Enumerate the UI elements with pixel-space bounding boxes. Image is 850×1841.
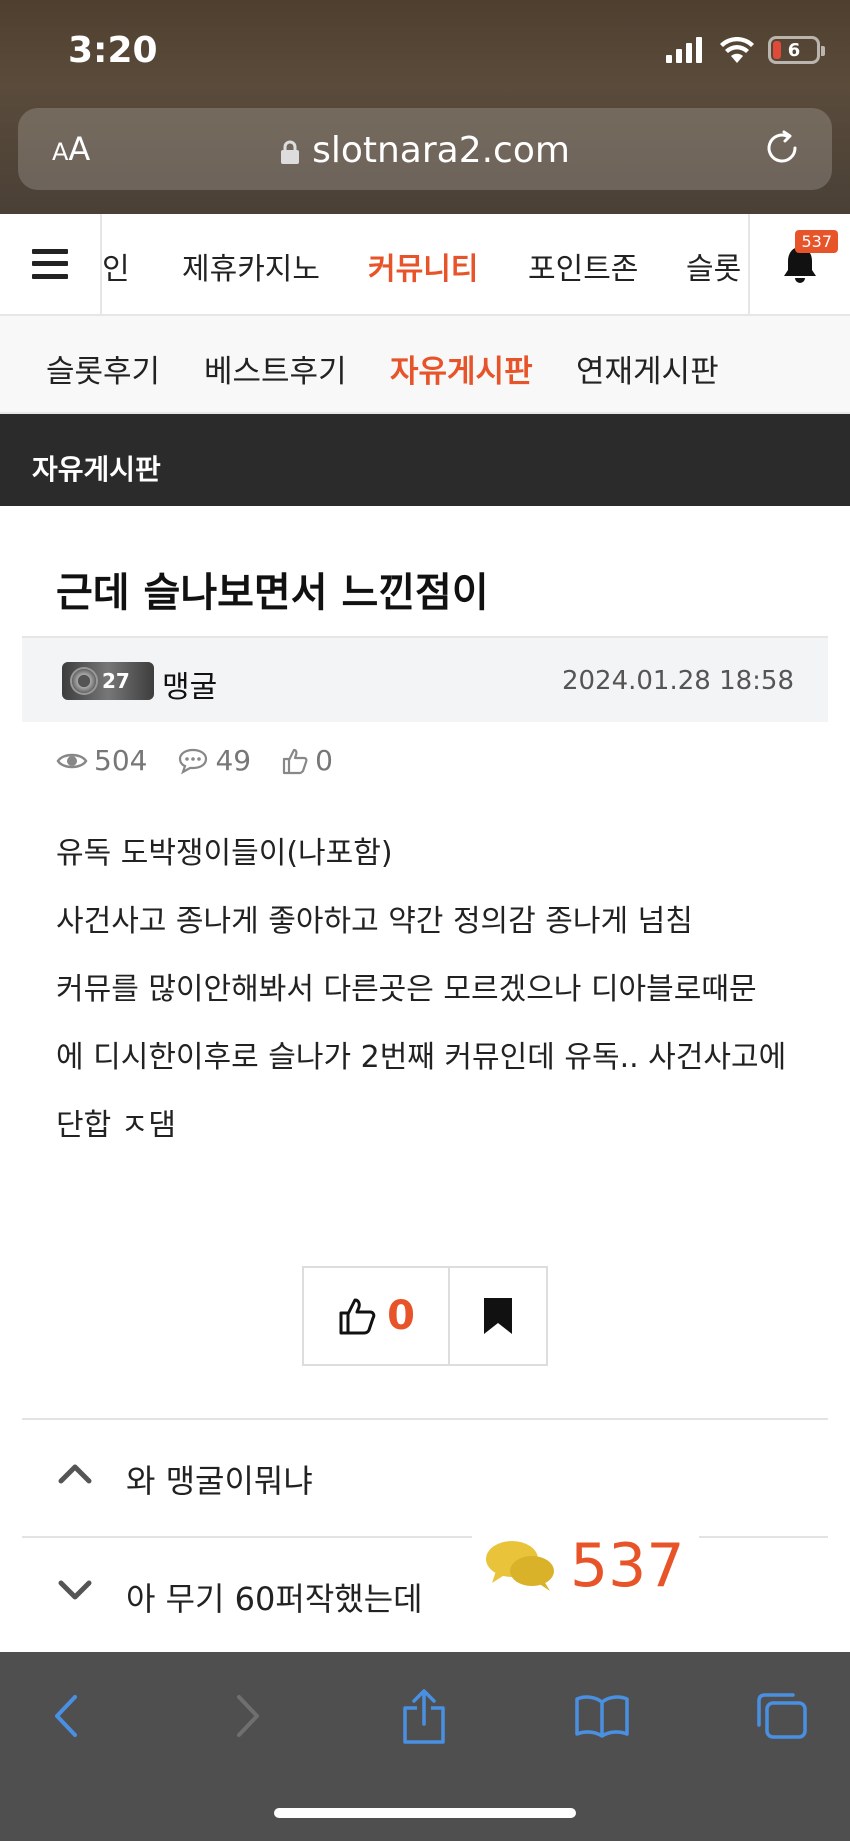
prev-post-row[interactable]: 와 맹굴이뭐냐 — [22, 1418, 828, 1534]
sub-nav-item-serial-board[interactable]: 연재게시판 — [576, 346, 719, 391]
thumbs-up-outline-icon — [282, 748, 308, 774]
post-body-line: 에 디시한이후로 슬나가 2번째 커뮤인데 유독.. 사건사고에 — [56, 1040, 787, 1075]
sub-nav-item-free-board[interactable]: 자유게시판 — [390, 346, 533, 391]
like-stat-value: 0 — [315, 744, 333, 777]
main-nav-item-partial[interactable]: 인 — [102, 244, 130, 288]
main-nav-item-casino[interactable]: 제휴카지노 — [182, 244, 320, 288]
view-count-value: 504 — [94, 744, 148, 777]
chat-float-button[interactable]: 537 — [472, 1530, 699, 1602]
status-time: 3:20 — [68, 30, 158, 71]
post-stats: 504 49 0 — [56, 744, 363, 777]
main-nav: 인 제휴카지노 커뮤니티 포인트존 슬롯 537 — [0, 214, 850, 316]
like-button[interactable]: 0 — [304, 1268, 450, 1364]
next-post-row[interactable]: 아 무기 60퍼작했는데 — [22, 1536, 828, 1652]
main-nav-item-pointzone[interactable]: 포인트존 — [528, 244, 638, 288]
status-icons: 6 — [666, 36, 825, 64]
chevron-down-icon — [58, 1580, 92, 1600]
chat-count: 537 — [570, 1531, 685, 1601]
post-body-line: 단합 ㅈ댐 — [56, 1108, 176, 1143]
forward-button[interactable] — [218, 1686, 278, 1746]
share-icon — [403, 1689, 445, 1744]
url-text: slotnara2.com — [312, 130, 570, 171]
share-button[interactable] — [394, 1686, 454, 1746]
reload-icon[interactable] — [762, 128, 802, 168]
tabs-button[interactable] — [752, 1686, 812, 1746]
post-body-line: 유독 도박쟁이들이(나포함) — [56, 836, 393, 871]
prev-post-title[interactable]: 와 맹굴이뭐냐 — [126, 1456, 313, 1502]
book-icon — [575, 1695, 629, 1738]
comment-count-value: 49 — [215, 744, 252, 777]
comment-count: 49 — [177, 744, 251, 777]
sub-nav: 슬롯후기 베스트후기 자유게시판 연재게시판 — [0, 316, 850, 414]
battery-level: 6 — [787, 39, 801, 61]
sub-nav-item-best-review[interactable]: 베스트후기 — [204, 346, 347, 391]
tabs-icon — [757, 1693, 807, 1739]
chat-bubbles-icon — [486, 1541, 554, 1591]
chevron-left-icon — [55, 1695, 77, 1737]
menu-button[interactable] — [0, 214, 102, 314]
bookmarks-button[interactable] — [572, 1686, 632, 1746]
chevron-right-icon — [237, 1695, 259, 1737]
lock-icon — [281, 140, 300, 164]
url-field[interactable]: slotnara2.com — [18, 130, 832, 171]
level-gear-icon — [70, 667, 98, 695]
level-number: 27 — [102, 669, 130, 693]
board-title: 자유게시판 — [0, 414, 850, 506]
post-date: 2024.01.28 18:58 — [561, 666, 794, 696]
like-stat: 0 — [281, 744, 333, 777]
view-count: 504 — [56, 744, 147, 777]
main-nav-item-slot[interactable]: 슬롯 — [686, 244, 741, 288]
wifi-icon — [720, 37, 754, 63]
eye-icon — [56, 753, 88, 768]
main-nav-item-community[interactable]: 커뮤니티 — [368, 244, 478, 288]
address-bar[interactable]: AA slotnara2.com — [18, 108, 832, 190]
post-actions: 0 — [302, 1266, 548, 1366]
notification-badge: 537 — [795, 230, 838, 253]
browser-top-chrome: 3:20 6 AA slotnara2.com — [0, 0, 850, 214]
post-body: 유독 도박쟁이들이(나포함) 사건사고 종나게 좋아하고 약간 정의감 종나게 … — [56, 820, 816, 1160]
hamburger-icon — [32, 249, 68, 279]
post-body-line: 커뮤를 많이안해봐서 다른곳은 모르겠으나 디아블로때문 — [56, 972, 757, 1007]
like-count: 0 — [387, 1293, 415, 1339]
chevron-up-icon — [58, 1464, 92, 1484]
comment-icon — [179, 748, 208, 774]
signal-icon — [666, 37, 702, 63]
next-post-title[interactable]: 아 무기 60퍼작했는데 — [126, 1574, 423, 1620]
bookmark-button[interactable] — [450, 1268, 546, 1364]
bookmark-icon — [484, 1298, 512, 1334]
sub-nav-item-slot-review[interactable]: 슬롯후기 — [46, 346, 160, 391]
thumbs-up-icon — [339, 1298, 376, 1335]
notifications-button[interactable]: 537 — [748, 214, 850, 314]
level-badge: 27 — [62, 662, 154, 700]
post-body-line: 사건사고 종나게 좋아하고 약간 정의감 종나게 넘침 — [56, 904, 693, 939]
main-nav-items: 인 제휴카지노 커뮤니티 포인트존 슬롯 — [102, 214, 748, 314]
battery-icon: 6 — [768, 36, 825, 64]
post-title: 근데 슬나보면서 느낀점이 — [56, 570, 489, 616]
back-button[interactable] — [36, 1686, 96, 1746]
home-indicator[interactable] — [274, 1808, 576, 1818]
post-meta: 27 맹굴 2024.01.28 18:58 — [22, 636, 828, 722]
author-name[interactable]: 맹굴 — [162, 662, 217, 706]
